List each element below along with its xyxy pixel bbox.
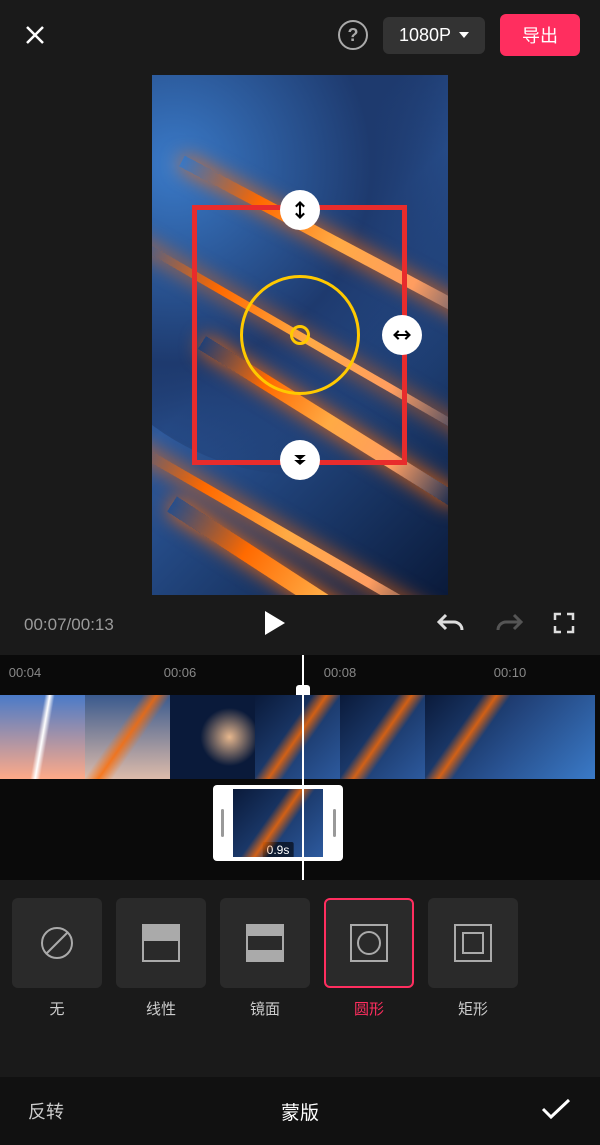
timeline[interactable]: 00:04 00:06 00:08 00:10 + 0.9s <box>0 655 600 880</box>
panel-title: 蒙版 <box>281 1098 319 1125</box>
confirm-button[interactable] <box>540 1097 572 1126</box>
mask-circle-center <box>290 325 310 345</box>
close-button[interactable] <box>20 20 50 50</box>
mask-handle-vertical[interactable] <box>280 190 320 230</box>
resolution-dropdown[interactable]: 1080P <box>383 17 485 54</box>
timeline-ruler: 00:04 00:06 00:08 00:10 <box>0 655 600 685</box>
fullscreen-button[interactable] <box>552 611 576 640</box>
mask-option-label: 圆形 <box>354 998 384 1019</box>
mirror-icon <box>220 898 310 988</box>
linear-icon <box>116 898 206 988</box>
mask-option-label: 无 <box>49 998 64 1019</box>
play-button[interactable] <box>263 609 287 642</box>
ruler-mark: 00:08 <box>324 665 357 680</box>
mask-option-label: 镜面 <box>250 998 280 1019</box>
clip-trim-handle-right[interactable] <box>325 785 343 861</box>
export-button[interactable]: 导出 <box>500 14 580 56</box>
redo-button <box>494 610 524 641</box>
mask-option-mirror[interactable]: 镜面 <box>220 898 310 1019</box>
clip-thumbnail[interactable] <box>0 695 85 779</box>
mask-type-options: 无 线性 镜面 圆形 矩形 <box>0 880 600 1027</box>
mask-option-linear[interactable]: 线性 <box>116 898 206 1019</box>
selected-clip-thumbnail: 0.9s <box>233 789 323 857</box>
clip-thumbnail[interactable] <box>425 695 510 779</box>
clip-thumbnail[interactable] <box>510 695 595 779</box>
clip-thumbnail[interactable] <box>340 695 425 779</box>
ruler-mark: 00:10 <box>494 665 527 680</box>
mask-selection-box[interactable] <box>192 205 407 465</box>
mask-handle-feather[interactable] <box>280 440 320 480</box>
playback-time: 00:07/00:13 <box>24 615 114 635</box>
mask-option-label: 线性 <box>146 998 176 1019</box>
mask-option-circle[interactable]: 圆形 <box>324 898 414 1019</box>
clip-thumbnail[interactable] <box>255 695 340 779</box>
clip-duration: 0.9s <box>263 842 294 857</box>
undo-button[interactable] <box>436 610 466 641</box>
help-button[interactable]: ? <box>338 20 368 50</box>
circle-icon <box>324 898 414 988</box>
invert-mask-button[interactable]: 反转 <box>28 1098 64 1124</box>
clip-thumbnail[interactable] <box>170 695 255 779</box>
none-icon <box>12 898 102 988</box>
rect-icon <box>428 898 518 988</box>
mask-option-rect[interactable]: 矩形 <box>428 898 518 1019</box>
mask-option-label: 矩形 <box>458 998 488 1019</box>
ruler-mark: 00:06 <box>164 665 197 680</box>
playhead[interactable] <box>302 655 304 880</box>
resolution-value: 1080P <box>399 25 451 46</box>
clip-trim-handle-left[interactable] <box>213 785 231 861</box>
clip-thumbnail[interactable] <box>85 695 170 779</box>
mask-option-none[interactable]: 无 <box>12 898 102 1019</box>
video-preview[interactable] <box>152 75 448 595</box>
selected-clip[interactable]: 0.9s <box>213 785 343 861</box>
mask-handle-horizontal[interactable] <box>382 315 422 355</box>
ruler-mark: 00:04 <box>9 665 42 680</box>
video-track[interactable]: + <box>0 695 600 779</box>
